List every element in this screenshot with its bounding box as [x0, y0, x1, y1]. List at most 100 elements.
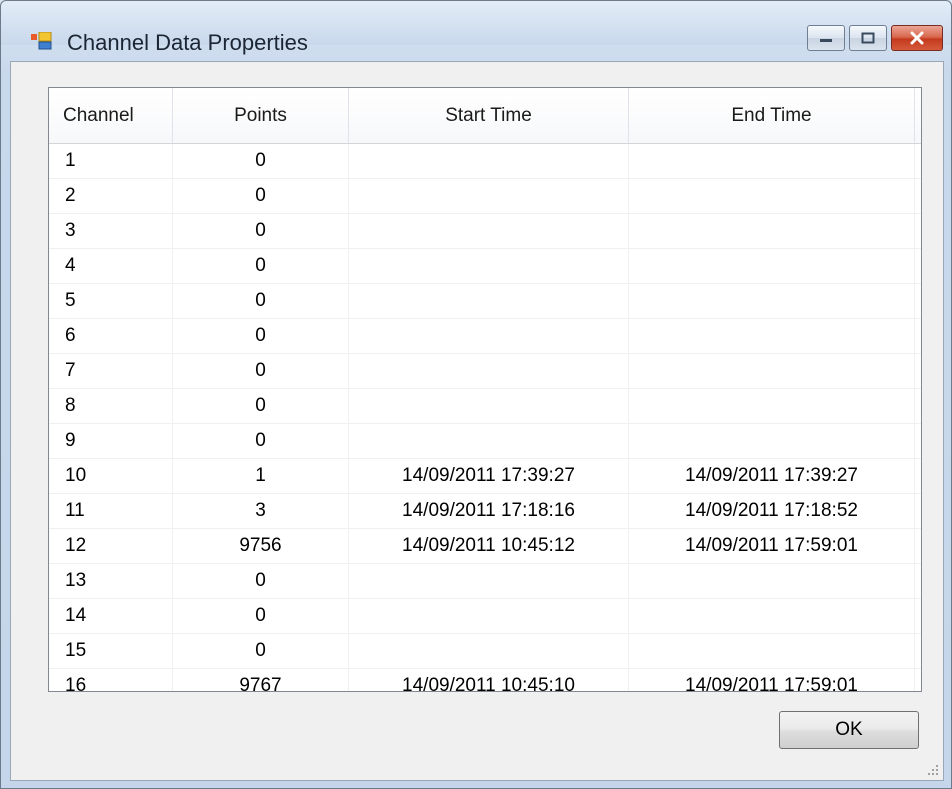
cell-points: 0: [173, 389, 349, 423]
cell-end-time: 14/09/2011 17:59:01: [629, 529, 915, 563]
table-row[interactable]: 30: [49, 214, 921, 249]
cell-points: 0: [173, 214, 349, 248]
cell-start-time: [349, 214, 629, 248]
cell-start-time: [349, 389, 629, 423]
cell-points: 0: [173, 564, 349, 598]
cell-end-time: [629, 179, 915, 213]
cell-channel: 14: [49, 599, 173, 633]
cell-channel: 12: [49, 529, 173, 563]
cell-channel: 11: [49, 494, 173, 528]
cell-end-time: [629, 389, 915, 423]
cell-points: 0: [173, 179, 349, 213]
table-body: 10 20 30 40 50 60 70 80 90 10 1 14/09/2011…: [49, 144, 921, 691]
cell-start-time: [349, 634, 629, 668]
cell-start-time: 14/09/2011 10:45:12: [349, 529, 629, 563]
table-row[interactable]: 70: [49, 354, 921, 389]
dialog-window: Channel Data Properties Channel Points S…: [0, 0, 952, 789]
application-icon: [31, 32, 52, 50]
cell-start-time: [349, 354, 629, 388]
cell-points: 9767: [173, 669, 349, 691]
cell-end-time: [629, 599, 915, 633]
window-title: Channel Data Properties: [67, 30, 308, 55]
cell-points: 1: [173, 459, 349, 493]
table-row[interactable]: 50: [49, 284, 921, 319]
cell-points: 0: [173, 144, 349, 178]
table-row[interactable]: 20: [49, 179, 921, 214]
cell-channel: 9: [49, 424, 173, 458]
cell-channel: 10: [49, 459, 173, 493]
close-icon: [910, 31, 924, 45]
cell-points: 0: [173, 599, 349, 633]
caption-buttons: [803, 25, 943, 51]
cell-channel: 3: [49, 214, 173, 248]
cell-start-time: [349, 319, 629, 353]
table-header: Channel Points Start Time End Time: [49, 88, 921, 144]
cell-channel: 15: [49, 634, 173, 668]
cell-points: 0: [173, 249, 349, 283]
cell-end-time: 14/09/2011 17:39:27: [629, 459, 915, 493]
cell-start-time: [349, 249, 629, 283]
table-row[interactable]: 14 0: [49, 599, 921, 634]
column-header-end-time[interactable]: End Time: [629, 88, 915, 143]
cell-end-time: [629, 424, 915, 458]
cell-start-time: 14/09/2011 10:45:10: [349, 669, 629, 691]
cell-start-time: 14/09/2011 17:39:27: [349, 459, 629, 493]
cell-end-time: [629, 354, 915, 388]
column-header-start-time[interactable]: Start Time: [349, 88, 629, 143]
cell-channel: 5: [49, 284, 173, 318]
cell-start-time: [349, 284, 629, 318]
cell-points: 0: [173, 424, 349, 458]
dialog-client-area: Channel Points Start Time End Time 10 20…: [10, 61, 944, 781]
cell-points: 0: [173, 319, 349, 353]
title-bar[interactable]: Channel Data Properties: [1, 1, 951, 55]
table-row[interactable]: 11 3 14/09/2011 17:18:16 14/09/2011 17:18:5…: [49, 494, 921, 529]
channel-data-table[interactable]: Channel Points Start Time End Time 10 20…: [48, 87, 922, 692]
cell-points: 0: [173, 354, 349, 388]
maximize-button[interactable]: [849, 25, 887, 51]
cell-end-time: [629, 319, 915, 353]
cell-start-time: 14/09/2011 17:18:16: [349, 494, 629, 528]
cell-points: 0: [173, 284, 349, 318]
cell-channel: 8: [49, 389, 173, 423]
table-row[interactable]: 16 9767 14/09/2011 10:45:10 14/09/2011 17:5…: [49, 669, 921, 691]
table-row[interactable]: 90: [49, 424, 921, 459]
cell-channel: 2: [49, 179, 173, 213]
cell-start-time: [349, 179, 629, 213]
column-header-points[interactable]: Points: [173, 88, 349, 143]
minimize-icon: [820, 39, 832, 42]
cell-channel: 1: [49, 144, 173, 178]
cell-start-time: [349, 599, 629, 633]
cell-end-time: [629, 144, 915, 178]
cell-points: 9756: [173, 529, 349, 563]
cell-end-time: [629, 634, 915, 668]
table-row[interactable]: 40: [49, 249, 921, 284]
table-row[interactable]: 13 0: [49, 564, 921, 599]
column-header-channel[interactable]: Channel: [49, 88, 173, 143]
resize-grip-icon[interactable]: [927, 764, 939, 776]
close-button[interactable]: [891, 25, 943, 51]
ok-button[interactable]: OK: [779, 711, 919, 749]
cell-end-time: [629, 214, 915, 248]
cell-end-time: [629, 249, 915, 283]
cell-channel: 7: [49, 354, 173, 388]
table-row[interactable]: 12 9756 14/09/2011 10:45:12 14/09/2011 17:5…: [49, 529, 921, 564]
cell-points: 0: [173, 634, 349, 668]
cell-points: 3: [173, 494, 349, 528]
table-row[interactable]: 15 0: [49, 634, 921, 669]
table-row[interactable]: 10 1 14/09/2011 17:39:27 14/09/2011 17:39:2…: [49, 459, 921, 494]
cell-end-time: [629, 564, 915, 598]
table-row[interactable]: 80: [49, 389, 921, 424]
cell-channel: 4: [49, 249, 173, 283]
cell-channel: 6: [49, 319, 173, 353]
cell-channel: 16: [49, 669, 173, 691]
cell-start-time: [349, 424, 629, 458]
cell-start-time: [349, 144, 629, 178]
table-row[interactable]: 10: [49, 144, 921, 179]
minimize-button[interactable]: [807, 25, 845, 51]
cell-channel: 13: [49, 564, 173, 598]
maximize-icon: [861, 32, 875, 44]
cell-start-time: [349, 564, 629, 598]
table-row[interactable]: 60: [49, 319, 921, 354]
cell-end-time: 14/09/2011 17:59:01: [629, 669, 915, 691]
cell-end-time: [629, 284, 915, 318]
